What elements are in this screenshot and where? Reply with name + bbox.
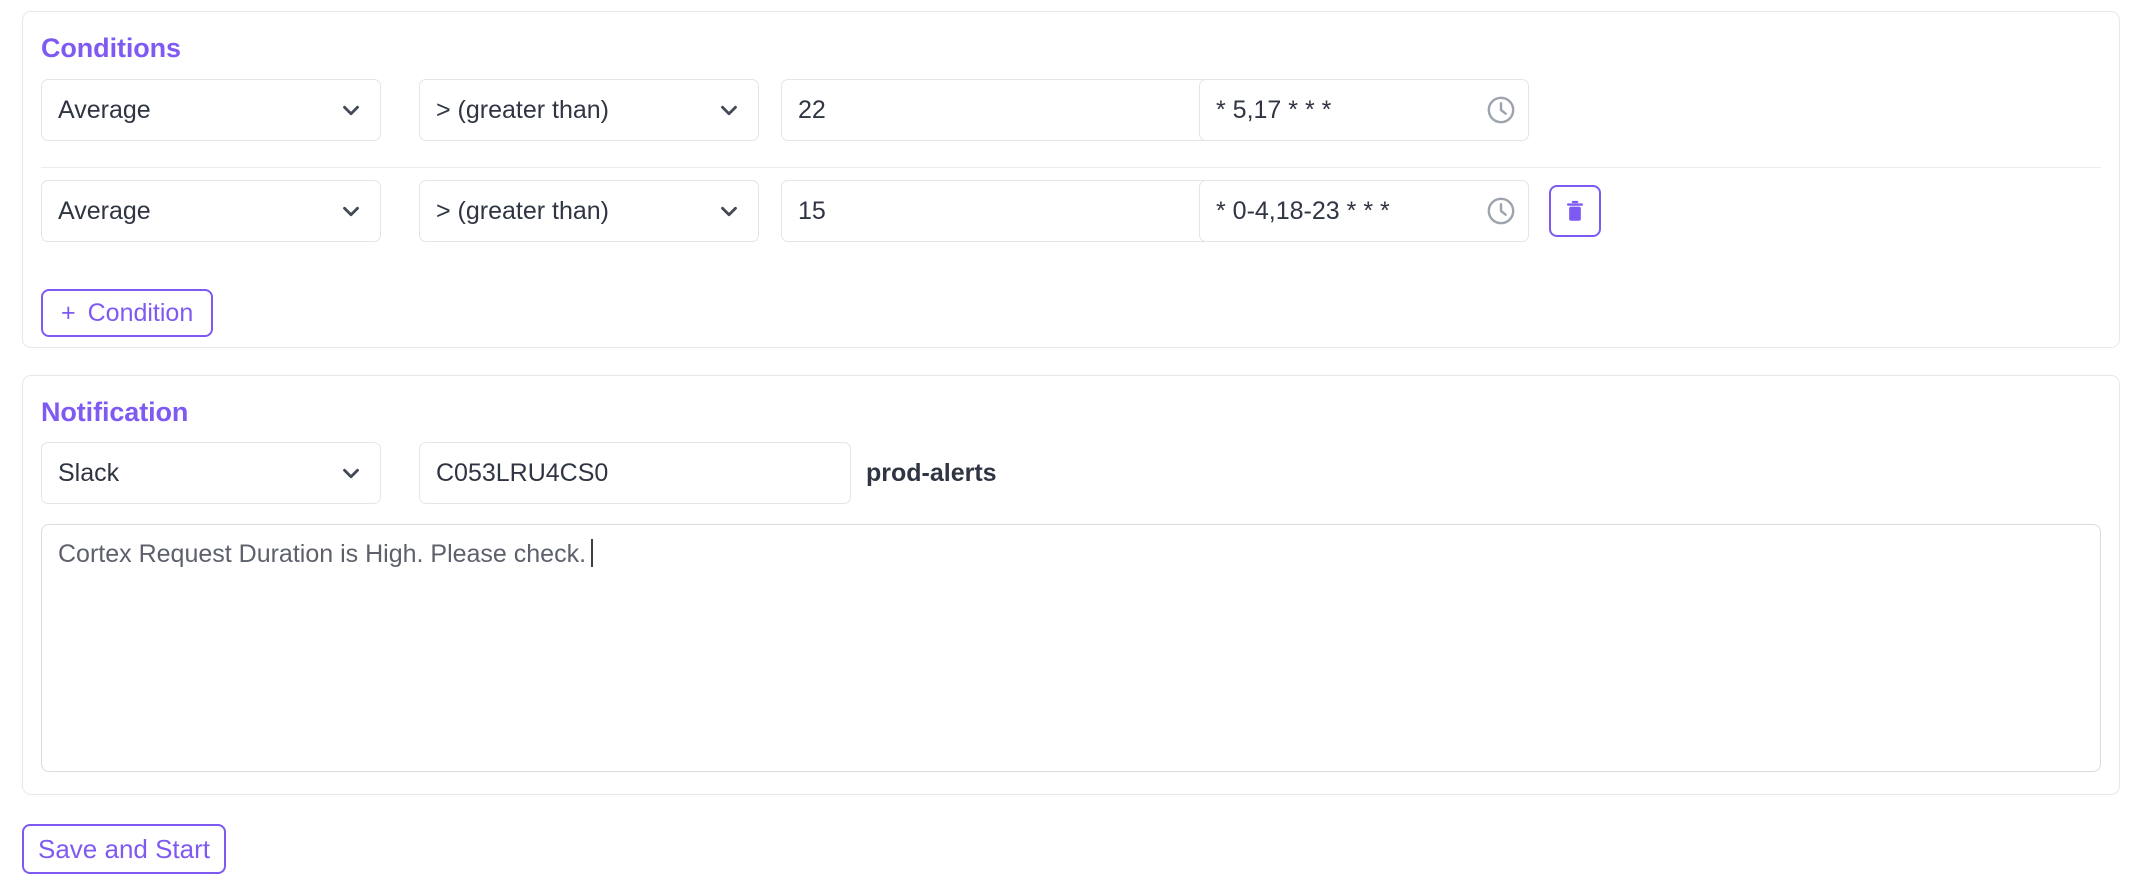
chevron-down-icon xyxy=(716,198,742,224)
notification-channel-select[interactable]: Slack xyxy=(41,442,381,504)
chevron-down-icon xyxy=(338,97,364,123)
condition-row: Average > (greater than) 15 * 0-4,18-23 … xyxy=(23,180,2119,266)
delete-condition-button[interactable] xyxy=(1549,185,1601,237)
condition-aggregation-select[interactable]: Average xyxy=(41,79,381,141)
notification-message-value: Cortex Request Duration is High. Please … xyxy=(58,540,587,568)
condition-schedule-input[interactable]: * 5,17 * * * xyxy=(1199,79,1529,141)
add-condition-plus: + xyxy=(61,298,76,327)
notification-target-input[interactable]: C053LRU4CS0 xyxy=(419,442,851,504)
condition-aggregation-value: Average xyxy=(58,196,151,225)
add-condition-label: Condition xyxy=(87,298,194,327)
condition-operator-value: > (greater than) xyxy=(436,196,610,225)
condition-threshold-value: 15 xyxy=(798,196,826,225)
conditions-panel: Conditions Average > (greater than) 22 *… xyxy=(22,11,2120,348)
clock-icon[interactable] xyxy=(1484,93,1518,127)
conditions-title: Conditions xyxy=(41,33,181,63)
notification-message-textarea[interactable]: Cortex Request Duration is High. Please … xyxy=(41,524,2101,772)
notification-target-value: C053LRU4CS0 xyxy=(436,458,609,487)
condition-operator-value: > (greater than) xyxy=(436,95,610,124)
save-and-start-button[interactable]: Save and Start xyxy=(22,824,226,874)
chevron-down-icon xyxy=(338,460,364,486)
notification-channel-value: Slack xyxy=(58,458,120,487)
condition-aggregation-select[interactable]: Average xyxy=(41,180,381,242)
save-and-start-label: Save and Start xyxy=(38,833,210,864)
condition-operator-select[interactable]: > (greater than) xyxy=(419,180,759,242)
notification-panel: Notification Slack C053LRU4CS0 prod-aler… xyxy=(22,375,2120,795)
condition-threshold-value: 22 xyxy=(798,95,826,124)
chevron-down-icon xyxy=(338,198,364,224)
alert-rule-editor: Conditions Average > (greater than) 22 *… xyxy=(0,0,2142,894)
condition-row-divider xyxy=(41,167,2101,168)
clock-icon[interactable] xyxy=(1484,194,1518,228)
condition-row: Average > (greater than) 22 * 5,17 * * * xyxy=(23,79,2119,165)
condition-schedule-input[interactable]: * 0-4,18-23 * * * xyxy=(1199,180,1529,242)
condition-operator-select[interactable]: > (greater than) xyxy=(419,79,759,141)
chevron-down-icon xyxy=(716,97,742,123)
condition-schedule-value: * 5,17 * * * xyxy=(1216,95,1332,124)
text-cursor xyxy=(591,539,594,567)
trash-icon xyxy=(1566,200,1584,221)
notification-title: Notification xyxy=(41,397,189,427)
condition-schedule-value: * 0-4,18-23 * * * xyxy=(1216,196,1390,225)
notification-target-name: prod-alerts xyxy=(866,458,997,487)
add-condition-button[interactable]: + Condition xyxy=(41,289,214,337)
condition-aggregation-value: Average xyxy=(58,95,151,124)
